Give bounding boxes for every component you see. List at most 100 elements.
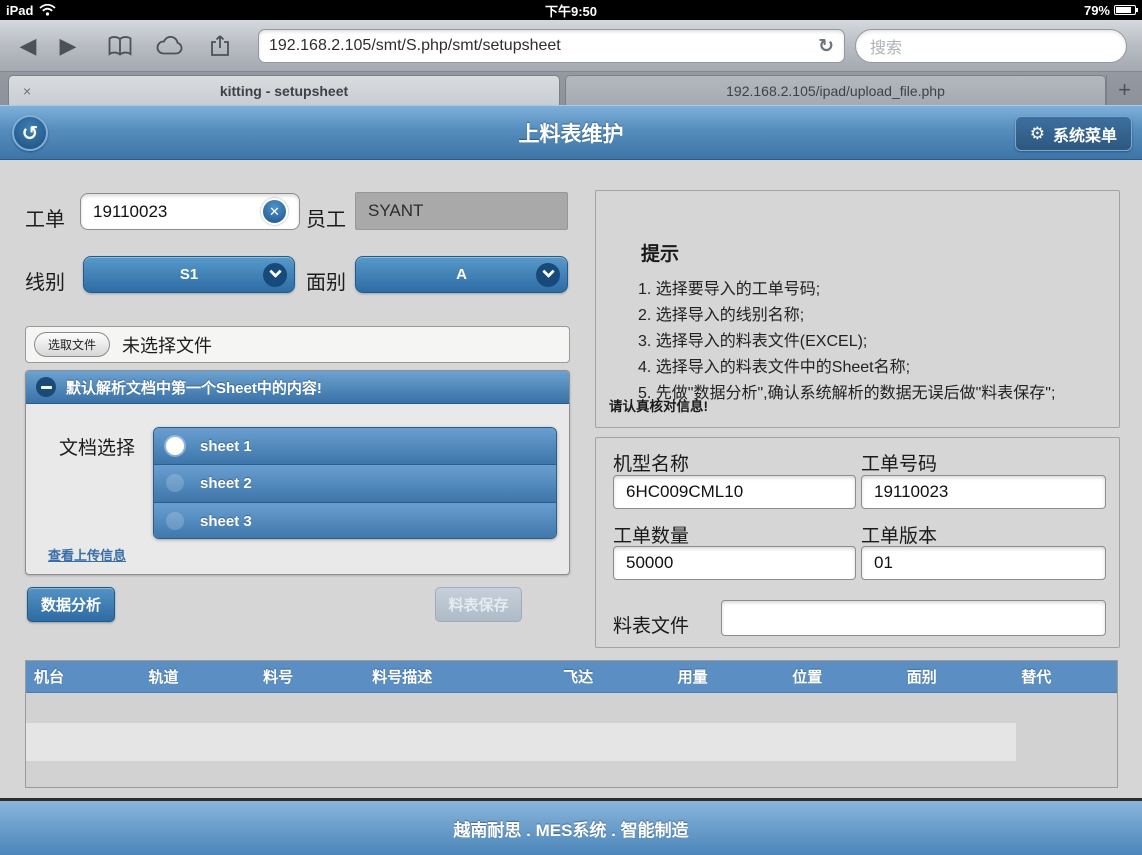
data-analyze-button[interactable]: 数据分析 <box>27 587 115 622</box>
hint-item: 1. 选择要导入的工单号码; <box>638 277 1055 303</box>
system-menu-button[interactable]: ⚙ 系统菜单 <box>1015 116 1132 151</box>
refresh-icon[interactable]: ↻ <box>818 35 834 58</box>
sheet-panel-header[interactable]: 默认解析文档中第一个Sheet中的内容! <box>26 371 569 404</box>
tab-label: 192.168.2.105/ipad/upload_file.php <box>726 83 945 99</box>
cloud-icon <box>156 36 184 56</box>
system-menu-label: 系统菜单 <box>1053 122 1117 146</box>
order-version-label: 工单版本 <box>861 521 937 548</box>
back-icon: ◀ <box>20 35 37 57</box>
file-status-text: 未选择文件 <box>122 332 212 358</box>
table-header-row: 机台 轨道 料号 料号描述 飞达 用量 位置 面别 替代 <box>26 661 1117 693</box>
sheet-file-label: 料表文件 <box>613 611 689 638</box>
choose-file-button[interactable]: 选取文件 <box>34 332 110 357</box>
page-title: 上料表维护 <box>0 106 1142 159</box>
sheet-save-button: 料表保存 <box>435 587 522 622</box>
material-table: 机台 轨道 料号 料号描述 飞达 用量 位置 面别 替代 <box>25 660 1118 788</box>
table-row <box>26 723 1016 761</box>
forward-icon: ▶ <box>60 35 77 57</box>
col-part-no: 料号 <box>255 661 364 692</box>
hint-item: 3. 选择导入的料表文件(EXCEL); <box>638 329 1055 355</box>
hints-panel: 提示 1. 选择要导入的工单号码; 2. 选择导入的线别名称; 3. 选择导入的… <box>595 190 1120 428</box>
order-version-input-wrap <box>861 546 1106 580</box>
app-header: 上料表维护 ↺ ⚙ 系统菜单 <box>0 105 1142 160</box>
hints-footer-note: 请认真核对信息! <box>609 395 708 415</box>
ipad-screen: iPad 下午9:50 79% ◀ ▶ <box>0 0 1142 855</box>
sheet-option-2[interactable]: sheet 2 <box>154 465 556 502</box>
battery-icon <box>1114 5 1136 15</box>
col-part-desc: 料号描述 <box>364 661 555 692</box>
doc-select-label: 文档选择 <box>59 433 135 460</box>
col-track: 轨道 <box>141 661 256 692</box>
bookmarks-button[interactable] <box>100 28 140 64</box>
radio-unselected-icon <box>166 474 184 492</box>
file-input[interactable]: 选取文件 未选择文件 <box>25 326 570 363</box>
sheet-select-panel: 默认解析文档中第一个Sheet中的内容! 文档选择 sheet 1 sheet … <box>25 370 570 575</box>
undo-icon: ↺ <box>22 121 39 146</box>
col-feeder: 飞达 <box>555 661 670 692</box>
browser-toolbar: ◀ ▶ 192.168.2.105/smt/S.php/smt/setupshe… <box>0 20 1142 72</box>
chevron-down-icon <box>536 263 560 287</box>
side-value: A <box>456 266 467 283</box>
col-usage: 用量 <box>670 661 785 692</box>
battery-percent: 79% <box>1084 3 1110 18</box>
tab-close-icon[interactable]: × <box>23 83 31 99</box>
order-no-input[interactable] <box>874 482 1093 502</box>
forward-button[interactable]: ▶ <box>48 28 88 64</box>
hint-item: 2. 选择导入的线别名称; <box>638 303 1055 329</box>
clear-icon: ✕ <box>269 204 280 220</box>
url-bar[interactable]: 192.168.2.105/smt/S.php/smt/setupsheet ↻ <box>258 29 845 63</box>
model-name-label: 机型名称 <box>613 449 689 476</box>
share-button[interactable] <box>200 28 240 64</box>
employee-label: 员工 <box>306 203 346 232</box>
sheet-panel-title: 默认解析文档中第一个Sheet中的内容! <box>66 377 322 398</box>
footer-text: 越南耐思 . MES系统 . 智能制造 <box>453 816 688 841</box>
app-footer: 越南耐思 . MES系统 . 智能制造 <box>0 798 1142 855</box>
model-name-input-wrap <box>613 475 856 509</box>
sheet-file-input-wrap <box>721 600 1106 636</box>
order-qty-label: 工单数量 <box>613 521 689 548</box>
app-back-button[interactable]: ↺ <box>12 115 48 151</box>
tab-upload-file[interactable]: 192.168.2.105/ipad/upload_file.php <box>565 75 1106 105</box>
search-placeholder: 搜索 <box>870 34 902 58</box>
status-bar: iPad 下午9:50 79% <box>0 0 1142 20</box>
order-info-panel: 机型名称 工单号码 工单数量 工单版本 料表文件 <box>595 437 1120 648</box>
back-button[interactable]: ◀ <box>8 28 48 64</box>
model-name-input[interactable] <box>626 482 843 502</box>
side-select[interactable]: A <box>355 256 568 293</box>
hint-item: 4. 选择导入的料表文件中的Sheet名称; <box>638 355 1055 381</box>
col-side: 面别 <box>899 661 1014 692</box>
clear-input-button[interactable]: ✕ <box>261 198 288 225</box>
search-bar[interactable]: 搜索 <box>855 29 1127 63</box>
sheet-list: sheet 1 sheet 2 sheet 3 <box>153 427 557 539</box>
col-substitute: 替代 <box>1013 661 1117 692</box>
order-no-input-wrap <box>861 475 1106 509</box>
col-machine: 机台 <box>26 661 141 692</box>
view-upload-info-link[interactable]: 查看上传信息 <box>48 545 126 564</box>
new-tab-button[interactable]: + <box>1106 75 1142 105</box>
side-label: 面别 <box>306 266 346 295</box>
chevron-down-icon <box>263 263 287 287</box>
book-icon <box>107 35 133 57</box>
collapse-icon[interactable] <box>36 377 56 397</box>
tab-kitting-setupsheet[interactable]: × kitting - setupsheet <box>8 75 560 105</box>
line-select[interactable]: S1 <box>83 256 295 293</box>
work-order-label: 工单 <box>25 203 65 232</box>
sheet-option-1[interactable]: sheet 1 <box>154 428 556 465</box>
hints-list: 1. 选择要导入的工单号码; 2. 选择导入的线别名称; 3. 选择导入的料表文… <box>638 277 1055 407</box>
wifi-icon <box>39 4 56 16</box>
share-icon <box>208 34 232 58</box>
tab-label: kitting - setupsheet <box>220 83 348 99</box>
order-qty-input[interactable] <box>626 553 843 573</box>
icloud-tabs-button[interactable] <box>150 28 190 64</box>
hints-title: 提示 <box>641 239 679 266</box>
radio-unselected-icon <box>166 512 184 530</box>
sheet-file-input[interactable] <box>734 608 1093 628</box>
sheet-option-3[interactable]: sheet 3 <box>154 503 556 539</box>
work-order-input[interactable] <box>93 202 287 222</box>
col-position: 位置 <box>784 661 899 692</box>
line-value: S1 <box>180 266 198 283</box>
url-text: 192.168.2.105/smt/S.php/smt/setupsheet <box>269 37 818 55</box>
order-no-label: 工单号码 <box>861 449 937 476</box>
status-time: 下午9:50 <box>0 1 1142 20</box>
order-version-input[interactable] <box>874 553 1093 573</box>
